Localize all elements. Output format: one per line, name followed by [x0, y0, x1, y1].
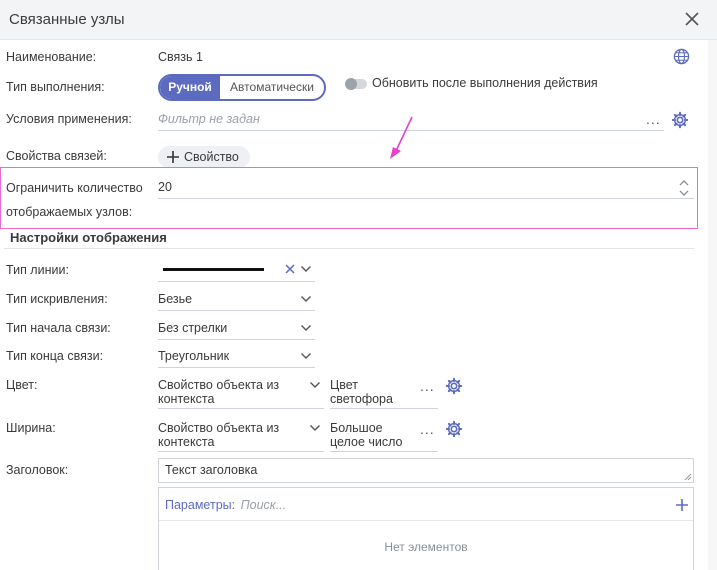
limit-label-line2: отображаемых узлов: — [6, 205, 133, 219]
line-type-label: Тип линии: — [6, 263, 69, 277]
curve-type-label: Тип искривления: — [6, 292, 108, 306]
params-header: Параметры: Поиск... — [165, 498, 286, 512]
params-empty-text: Нет элементов — [384, 540, 468, 554]
dialog-title: Связанные узлы — [9, 11, 125, 28]
caption-label: Заголовок: — [6, 463, 69, 477]
gear-icon[interactable] — [445, 420, 463, 438]
width-source-underline — [158, 451, 324, 452]
width-value-line1[interactable]: Большое — [330, 421, 383, 435]
link-props-label: Свойства связей: — [6, 149, 107, 163]
curve-type-select[interactable]: Безье — [158, 292, 192, 306]
refresh-after-label: Обновить после выполнения действия — [372, 76, 598, 90]
start-type-select[interactable]: Без стрелки — [158, 321, 227, 335]
curve-type-underline — [158, 310, 315, 311]
globe-icon[interactable] — [673, 48, 690, 65]
chevron-down-icon[interactable] — [300, 351, 312, 361]
refresh-after-switch[interactable] — [345, 78, 367, 90]
annotation-arrow — [390, 116, 413, 159]
conditions-input[interactable]: Фильтр не задан — [158, 112, 260, 126]
limit-label-line1: Ограничить количество — [6, 181, 143, 195]
display-section-title: Настройки отображения — [10, 230, 167, 245]
width-more-button[interactable]: ... — [420, 421, 435, 437]
width-label: Ширина: — [6, 421, 56, 435]
linked-nodes-dialog: Связанные узлы Наименование: Связь 1 Тип… — [0, 0, 717, 570]
chevron-down-icon[interactable] — [300, 323, 312, 333]
limit-input[interactable]: 20 — [158, 180, 172, 194]
conditions-label: Условия применения: — [6, 112, 132, 126]
exec-type-label: Тип выполнения: — [6, 80, 105, 94]
clear-icon[interactable] — [284, 263, 296, 275]
params-divider — [159, 520, 693, 521]
caption-textarea[interactable]: Текст заголовка — [158, 458, 694, 483]
spinner-icon[interactable] — [678, 178, 690, 198]
chevron-down-icon[interactable] — [300, 264, 312, 274]
start-type-underline — [158, 339, 315, 340]
close-icon[interactable] — [682, 9, 702, 29]
width-source-line2[interactable]: контекста — [158, 435, 214, 449]
color-source-line1[interactable]: Свойство объекта из — [158, 378, 279, 392]
add-property-label: Свойство — [184, 150, 239, 164]
chevron-down-icon[interactable] — [300, 294, 312, 304]
line-type-underline — [158, 281, 315, 282]
width-source-line1[interactable]: Свойство объекта из — [158, 421, 279, 435]
resize-handle-icon[interactable] — [684, 473, 692, 481]
add-param-icon[interactable] — [675, 498, 689, 512]
exec-type-toggle: Ручной Автоматически — [158, 74, 326, 101]
switch-knob — [345, 78, 357, 90]
scrollbar[interactable] — [708, 40, 717, 570]
color-value-line2[interactable]: светофора — [330, 392, 393, 406]
chevron-down-icon[interactable] — [309, 423, 321, 433]
end-type-select[interactable]: Треугольник — [158, 349, 229, 363]
limit-underline — [158, 198, 694, 199]
plus-icon — [167, 151, 179, 163]
section-divider — [4, 248, 694, 249]
exec-auto-button[interactable]: Автоматически — [220, 76, 324, 99]
params-label: Параметры: — [165, 498, 236, 512]
params-panel: Параметры: Поиск... Нет элементов — [158, 487, 694, 570]
gear-icon[interactable] — [671, 111, 689, 129]
exec-manual-button[interactable]: Ручной — [160, 76, 220, 99]
dialog-titlebar: Связанные узлы — [0, 0, 717, 40]
color-source-line2[interactable]: контекста — [158, 392, 214, 406]
color-more-button[interactable]: ... — [420, 378, 435, 394]
gear-icon[interactable] — [445, 377, 463, 395]
name-label: Наименование: — [6, 50, 97, 64]
params-search-input[interactable]: Поиск... — [241, 498, 287, 512]
width-value-line2[interactable]: целое число — [330, 435, 403, 449]
conditions-more-button[interactable]: ... — [646, 111, 661, 127]
line-preview — [163, 268, 264, 271]
end-type-underline — [158, 367, 315, 368]
color-label: Цвет: — [6, 378, 38, 392]
color-value-line1[interactable]: Цвет — [330, 378, 358, 392]
chevron-down-icon[interactable] — [309, 380, 321, 390]
name-value[interactable]: Связь 1 — [158, 50, 203, 64]
start-type-label: Тип начала связи: — [6, 321, 111, 335]
width-value-underline — [330, 451, 438, 452]
add-property-button[interactable]: Свойство — [158, 146, 250, 168]
color-value-underline — [330, 408, 438, 409]
color-source-underline — [158, 408, 324, 409]
end-type-label: Тип конца связи: — [6, 349, 104, 363]
